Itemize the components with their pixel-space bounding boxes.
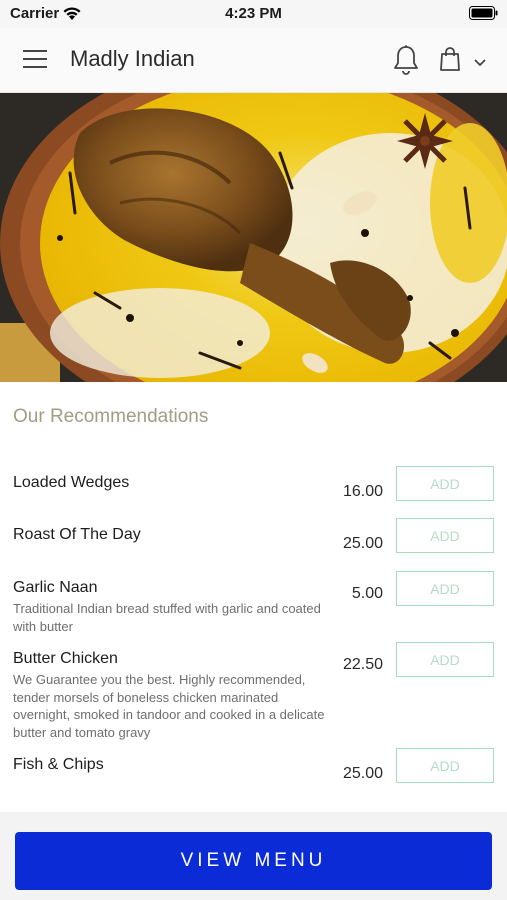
recommendations-title: Our Recommendations <box>13 406 209 427</box>
add-button[interactable]: ADD <box>396 466 494 501</box>
add-button[interactable]: ADD <box>396 571 494 606</box>
item-price: 22.50 <box>342 656 383 673</box>
item-description: We Guarantee you the best. Highly recomm… <box>13 672 325 740</box>
view-menu-button[interactable]: VIEW MENU <box>15 832 492 890</box>
item-price: 25.00 <box>342 535 383 552</box>
hero-image <box>0 93 507 382</box>
item-price: 25.00 <box>342 765 383 782</box>
add-button[interactable]: ADD <box>396 642 494 677</box>
item-price: 5.00 <box>351 585 383 602</box>
clock: 4:23 PM <box>225 5 282 22</box>
menu-icon[interactable] <box>22 48 48 70</box>
app-title: Madly Indian <box>70 46 195 71</box>
item-description: Traditional Indian bread stuffed with ga… <box>13 601 321 634</box>
item-name: Loaded Wedges <box>13 474 130 491</box>
item-name: Butter Chicken <box>13 650 118 667</box>
item-name: Fish & Chips <box>13 756 104 773</box>
shopping-bag-icon[interactable] <box>439 46 461 77</box>
item-name: Garlic Naan <box>13 579 98 596</box>
chevron-down-icon[interactable] <box>473 55 487 73</box>
item-name: Roast Of The Day <box>13 526 141 543</box>
battery-icon <box>469 6 499 25</box>
add-button[interactable]: ADD <box>396 748 494 783</box>
bell-icon[interactable] <box>392 44 420 81</box>
add-button[interactable]: ADD <box>396 518 494 553</box>
item-price: 16.00 <box>342 483 383 500</box>
status-bar: Carrier 4:23 PM <box>0 0 507 28</box>
app-header: Madly Indian <box>0 28 507 93</box>
bottom-bar: VIEW MENU <box>0 812 507 900</box>
